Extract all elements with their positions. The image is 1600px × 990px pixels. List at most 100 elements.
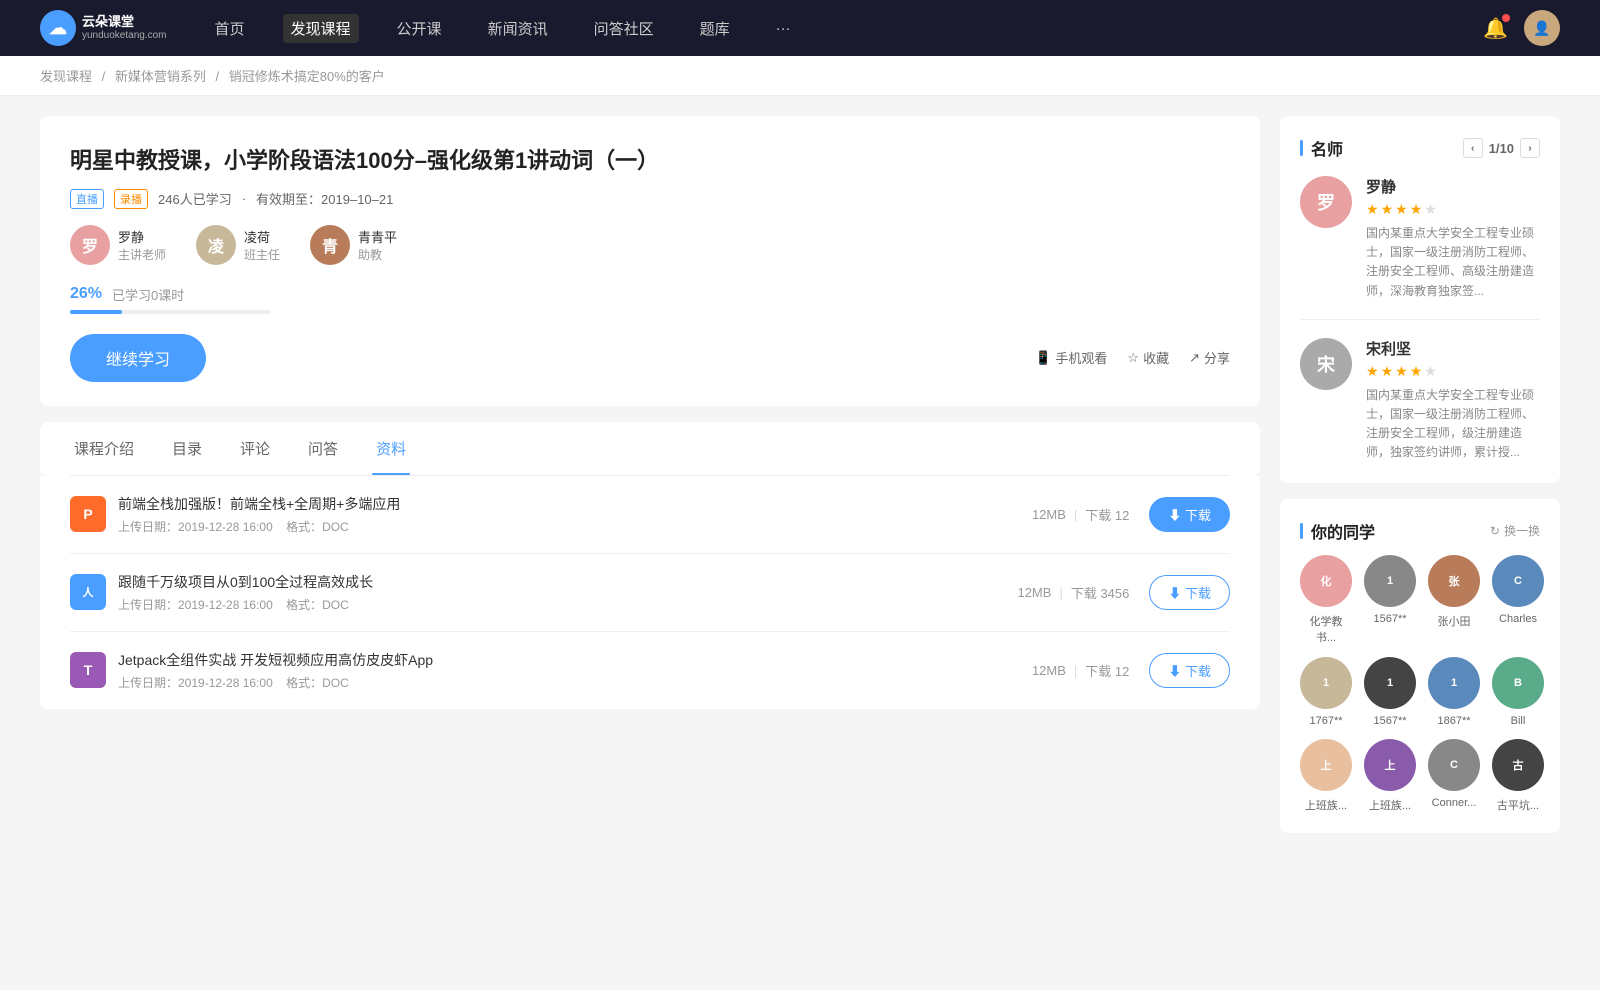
download-button-1[interactable]: ⬇ 下载 <box>1149 575 1230 610</box>
mat-downloads-1: 下载 3456 <box>1071 583 1130 602</box>
breadcrumb-sep2: / <box>216 69 223 84</box>
mat-title-0: 前端全栈加强版！前端全栈+全周期+多端应用 <box>118 494 1032 514</box>
nav-item-news[interactable]: 新闻资讯 <box>480 14 556 43</box>
material-item: P 前端全栈加强版！前端全栈+全周期+多端应用 上传日期：2019-12-28 … <box>70 476 1230 554</box>
tabs-card: 课程介绍 目录 评论 问答 资料 <box>40 422 1260 476</box>
nav-item-more[interactable]: ··· <box>768 16 799 41</box>
mat-stats-0: 12MB | 下载 12 <box>1032 505 1129 524</box>
tp-info-1: 宋利坚 ★ ★ ★ ★ ★ 国内某重点大学安全工程专业硕士，国家一级注册消防工程… <box>1366 338 1540 463</box>
cm-avatar-6[interactable]: 1 <box>1428 657 1480 709</box>
tp-stars-0: ★ ★ ★ ★ ★ <box>1366 201 1540 218</box>
cm-avatar-8[interactable]: 上 <box>1300 739 1352 791</box>
cm-name-7: Bill <box>1511 715 1526 727</box>
prev-teacher-btn[interactable]: ‹ <box>1463 138 1483 158</box>
teacher-0-info: 罗静 主讲老师 <box>118 227 166 263</box>
cm-avatar-11[interactable]: 古 <box>1492 739 1544 791</box>
mat-icon-0: P <box>70 496 106 532</box>
course-card: 明星中教授课，小学阶段语法100分–强化级第1讲动词（一） 直播 录播 246人… <box>40 116 1260 406</box>
teacher-1-avatar: 凌 <box>196 225 236 265</box>
refresh-icon: ↻ <box>1490 524 1500 538</box>
nav-item-public[interactable]: 公开课 <box>389 14 450 43</box>
nav-item-home[interactable]: 首页 <box>207 14 253 43</box>
course-actions: 继续学习 📱 手机观看 ☆ 收藏 ↗ 分享 <box>70 334 1230 382</box>
download-button-0[interactable]: ⬇ 下载 <box>1149 497 1230 532</box>
teacher-pagination: ‹ 1/10 › <box>1463 138 1540 158</box>
continue-button[interactable]: 继续学习 <box>70 334 206 382</box>
classmates-header: 你的同学 ↻ 换一换 <box>1300 519 1540 543</box>
teachers-panel-header: 名师 ‹ 1/10 › <box>1300 136 1540 160</box>
user-avatar-nav[interactable]: 👤 <box>1524 10 1560 46</box>
cm-avatar-3[interactable]: C <box>1492 555 1544 607</box>
teacher-2-name: 青青平 <box>358 227 397 246</box>
mobile-icon: 📱 <box>1035 350 1051 366</box>
cm-name-6: 1867** <box>1437 715 1470 727</box>
breadcrumb-sep1: / <box>102 69 109 84</box>
tab-intro[interactable]: 课程介绍 <box>70 422 138 475</box>
notification-dot <box>1502 14 1510 22</box>
mat-meta-0: 上传日期：2019-12-28 16:00 格式：DOC <box>118 518 1032 535</box>
left-panel: 明星中教授课，小学阶段语法100分–强化级第1讲动词（一） 直播 录播 246人… <box>40 116 1260 849</box>
cm-avatar-0[interactable]: 化 <box>1300 555 1352 607</box>
tp-desc-1: 国内某重点大学安全工程专业硕士，国家一级注册消防工程师、注册安全工程师，级注册建… <box>1366 386 1540 463</box>
mat-info-2: Jetpack全组件实战 开发短视频应用高仿皮皮虾App 上传日期：2019-1… <box>118 650 1032 691</box>
download-button-2[interactable]: ⬇ 下载 <box>1149 653 1230 688</box>
teacher-1-role: 班主任 <box>244 246 280 263</box>
teacher-1-info: 凌荷 班主任 <box>244 227 280 263</box>
breadcrumb-link-course[interactable]: 销冠修炼术搞定80%的客户 <box>229 69 385 84</box>
cm-avatar-2[interactable]: 张 <box>1428 555 1480 607</box>
teacher-1: 凌 凌荷 班主任 <box>196 225 280 265</box>
cm-name-8: 上班族... <box>1305 797 1347 813</box>
nav-items: 首页 发现课程 公开课 新闻资讯 问答社区 题库 ··· <box>207 14 1484 43</box>
classmate-5: 1 1567** <box>1364 657 1416 727</box>
cm-avatar-5[interactable]: 1 <box>1364 657 1416 709</box>
cm-avatar-9[interactable]: 上 <box>1364 739 1416 791</box>
logo-icon: ☁ <box>40 10 76 46</box>
classmate-6: 1 1867** <box>1428 657 1480 727</box>
classmates-panel: 你的同学 ↻ 换一换 化 化学教书... 1 1567** 张 张小 <box>1280 499 1560 833</box>
teacher-2: 青 青青平 助教 <box>310 225 397 265</box>
cm-name-3: Charles <box>1499 613 1537 625</box>
next-teacher-btn[interactable]: › <box>1520 138 1540 158</box>
mobile-watch-link[interactable]: 📱 手机观看 <box>1035 348 1107 367</box>
bell-icon[interactable]: 🔔 <box>1483 16 1508 41</box>
refresh-classmates-btn[interactable]: ↻ 换一换 <box>1490 522 1540 539</box>
tab-catalog[interactable]: 目录 <box>168 422 206 475</box>
mat-size-2: 12MB <box>1032 663 1066 678</box>
classmate-7: B Bill <box>1492 657 1544 727</box>
material-item: T Jetpack全组件实战 开发短视频应用高仿皮皮虾App 上传日期：2019… <box>70 632 1230 709</box>
cm-avatar-10[interactable]: C <box>1428 739 1480 791</box>
tab-materials[interactable]: 资料 <box>372 422 410 475</box>
breadcrumb-link-series[interactable]: 新媒体营销系列 <box>115 69 206 84</box>
nav-item-discover[interactable]: 发现课程 <box>283 14 359 43</box>
material-item: 人 跟随千万级项目从0到100全过程高效成长 上传日期：2019-12-28 1… <box>70 554 1230 632</box>
tab-qa[interactable]: 问答 <box>304 422 342 475</box>
course-title: 明星中教授课，小学阶段语法100分–强化级第1讲动词（一） <box>70 146 1230 177</box>
classmates-grid: 化 化学教书... 1 1567** 张 张小田 C Charles 1 1 <box>1300 555 1540 813</box>
course-valid: 有效期至：2019–10–21 <box>256 189 393 208</box>
badge-live: 直播 <box>70 189 104 209</box>
classmate-9: 上 上班族... <box>1364 739 1416 813</box>
classmate-3: C Charles <box>1492 555 1544 645</box>
cm-name-4: 1767** <box>1309 715 1342 727</box>
collect-link[interactable]: ☆ 收藏 <box>1127 348 1169 367</box>
cm-avatar-7[interactable]: B <box>1492 657 1544 709</box>
cm-name-1: 1567** <box>1373 613 1406 625</box>
teacher-0-role: 主讲老师 <box>118 246 166 263</box>
nav-right: 🔔 👤 <box>1483 10 1560 46</box>
logo[interactable]: ☁ 云朵课堂 yunduoketang.com <box>40 10 167 46</box>
mat-stats-2: 12MB | 下载 12 <box>1032 661 1129 680</box>
progress-bar-bg <box>70 310 270 314</box>
breadcrumb-link-discover[interactable]: 发现课程 <box>40 69 92 84</box>
mat-size-0: 12MB <box>1032 507 1066 522</box>
teacher-1-name: 凌荷 <box>244 227 280 246</box>
main-layout: 明星中教授课，小学阶段语法100分–强化级第1讲动词（一） 直播 录播 246人… <box>0 96 1600 869</box>
nav-item-quiz[interactable]: 题库 <box>692 14 738 43</box>
teacher-0-avatar: 罗 <box>70 225 110 265</box>
cm-avatar-1[interactable]: 1 <box>1364 555 1416 607</box>
mat-stats-1: 12MB | 下载 3456 <box>1017 583 1129 602</box>
share-link[interactable]: ↗ 分享 <box>1189 348 1230 367</box>
tab-review[interactable]: 评论 <box>236 422 274 475</box>
tabs-list: 课程介绍 目录 评论 问答 资料 <box>70 422 1230 476</box>
cm-avatar-4[interactable]: 1 <box>1300 657 1352 709</box>
nav-item-qa[interactable]: 问答社区 <box>586 14 662 43</box>
